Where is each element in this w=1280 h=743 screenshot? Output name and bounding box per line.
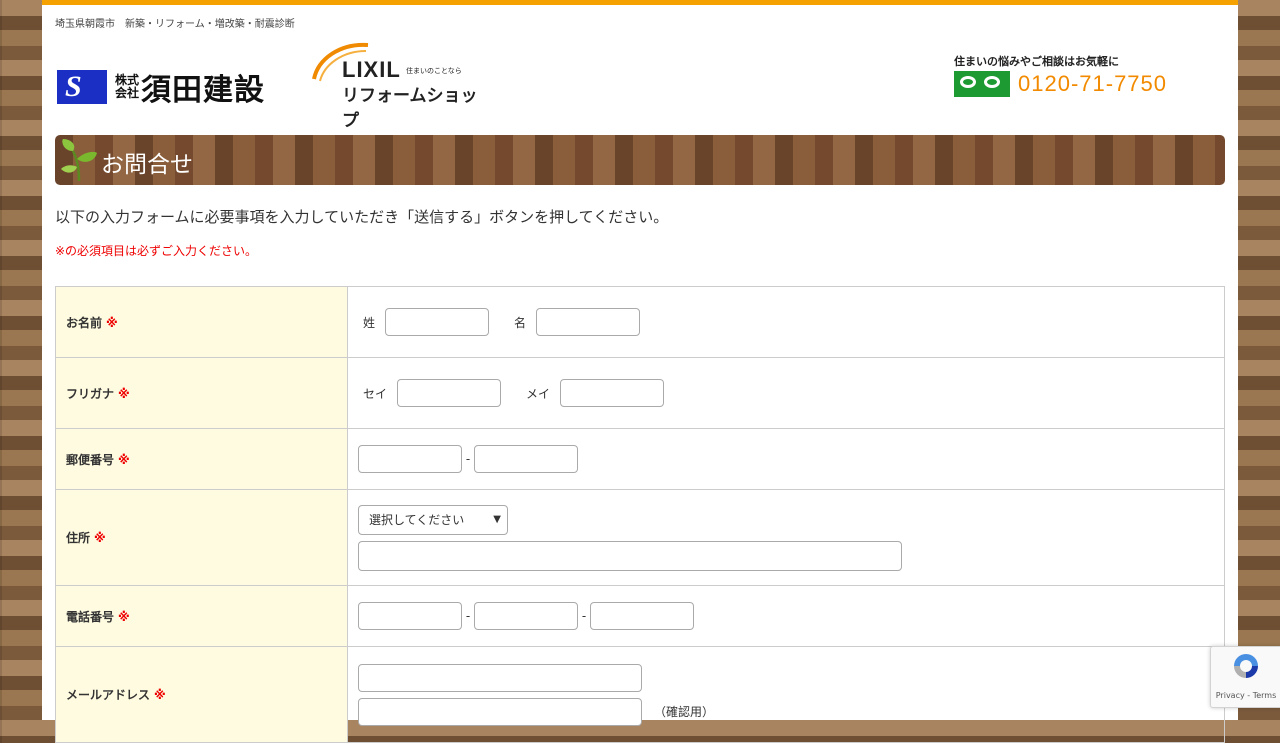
email-input[interactable]: [358, 663, 642, 692]
header-tagline: 埼玉県朝霞市 新築・リフォーム・増改築・耐震診断: [55, 19, 295, 30]
contact-note: 住まいの悩みやご相談はお気軽に: [954, 55, 1119, 68]
chevron-down-icon: ▼: [493, 514, 501, 525]
phone-separator-2: -: [581, 609, 587, 623]
furigana-label: フリガナ: [66, 386, 115, 401]
form-row-phone: 電話番号 ※ --: [55, 585, 1225, 647]
phone-label-cell: 電話番号 ※: [55, 585, 348, 647]
phone-input-1[interactable]: [358, 602, 462, 630]
contact-form-table: お名前 ※ 姓名 フリガナ ※ セイ メイ 郵便番号 ※ - 住所 ※ 選択して…: [55, 286, 1225, 743]
sei-label: セイ: [363, 386, 388, 401]
email-label-cell: メールアドレス ※: [55, 646, 348, 743]
postal-code-input-2[interactable]: [474, 445, 578, 473]
required-mark: ※: [94, 531, 106, 545]
page-title: お問合せ: [101, 152, 193, 178]
lixil-logo[interactable]: LIXIL 住まいのことなら リフォームショップ: [310, 39, 480, 131]
address-input[interactable]: [358, 540, 902, 571]
company-prefix: 株式 会社: [115, 73, 140, 100]
postal-code-input-1[interactable]: [358, 445, 462, 473]
page-title-bar: お問合せ: [55, 135, 1225, 185]
form-row-name: お名前 ※ 姓名: [55, 286, 1225, 358]
leaf-icon: [61, 139, 97, 181]
contact-block: 住まいの悩みやご相談はお気軽に 0120-71-7750: [954, 53, 1167, 97]
email-confirm-input[interactable]: [358, 697, 642, 726]
sei-input[interactable]: [397, 379, 502, 407]
recaptcha-badge[interactable]: Privacy - Terms: [1210, 646, 1280, 708]
phone-separator-1: -: [465, 609, 471, 623]
required-mark: ※: [118, 609, 130, 624]
mei-label: メイ: [526, 386, 551, 401]
required-mark: ※: [106, 315, 118, 330]
required-note: ※の必須項目は必ずご入力ください。: [55, 244, 258, 258]
postal-field-cell: -: [347, 428, 1225, 490]
form-row-address: 住所 ※ 選択してください ▼: [55, 489, 1225, 586]
intro-text: 以下の入力フォームに必要事項を入力していただき「送信する」ボタンを押してください…: [55, 208, 669, 226]
address-label: 住所: [66, 531, 91, 545]
freedial-icon: [954, 71, 1010, 97]
furigana-label-cell: フリガナ ※: [55, 357, 348, 429]
form-row-postal: 郵便番号 ※ -: [55, 428, 1225, 490]
first-name-input[interactable]: [536, 308, 641, 336]
phone-field-cell: --: [347, 585, 1225, 647]
company-name: 須田建設: [141, 73, 266, 108]
prefecture-select[interactable]: 選択してください ▼: [358, 504, 508, 535]
company-logo[interactable]: S 株式 会社 須田建設: [57, 65, 265, 109]
mei-input[interactable]: [560, 379, 665, 407]
phone-label: 電話番号: [66, 609, 115, 624]
postal-separator: -: [465, 452, 471, 466]
first-name-label: 名: [514, 315, 527, 330]
lixil-shop-name: リフォームショップ: [342, 86, 478, 131]
required-mark: ※: [154, 688, 166, 702]
lixil-brand: LIXIL: [342, 57, 401, 82]
phone-number[interactable]: 0120-71-7750: [1018, 71, 1167, 97]
recaptcha-icon: [1234, 654, 1258, 678]
email-field-cell: （確認用）: [347, 646, 1225, 743]
name-label-cell: お名前 ※: [55, 286, 348, 358]
recaptcha-links[interactable]: Privacy - Terms: [1211, 691, 1280, 700]
email-confirm-label: （確認用）: [654, 705, 715, 719]
form-row-email: メールアドレス ※ （確認用）: [55, 646, 1225, 743]
email-label: メールアドレス: [66, 688, 151, 702]
company-logo-mark: S: [57, 70, 107, 104]
name-label: お名前: [66, 315, 103, 330]
page-container: 埼玉県朝霞市 新築・リフォーム・増改築・耐震診断 S 株式 会社 須田建設 LI…: [42, 0, 1238, 743]
name-field-cell: 姓名: [347, 286, 1225, 358]
form-row-furigana: フリガナ ※ セイ メイ: [55, 357, 1225, 429]
prefecture-select-value: 選択してください: [369, 513, 465, 527]
furigana-field-cell: セイ メイ: [347, 357, 1225, 429]
postal-label-cell: 郵便番号 ※: [55, 428, 348, 490]
lixil-tagline: 住まいのことなら: [406, 67, 462, 75]
phone-input-3[interactable]: [590, 602, 694, 630]
required-mark: ※: [118, 386, 130, 401]
last-name-label: 姓: [363, 315, 376, 330]
postal-label: 郵便番号: [66, 452, 115, 467]
address-field-cell: 選択してください ▼: [347, 489, 1225, 586]
address-label-cell: 住所 ※: [55, 489, 348, 586]
required-mark: ※: [118, 452, 130, 467]
phone-input-2[interactable]: [474, 602, 578, 630]
last-name-input[interactable]: [385, 308, 490, 336]
